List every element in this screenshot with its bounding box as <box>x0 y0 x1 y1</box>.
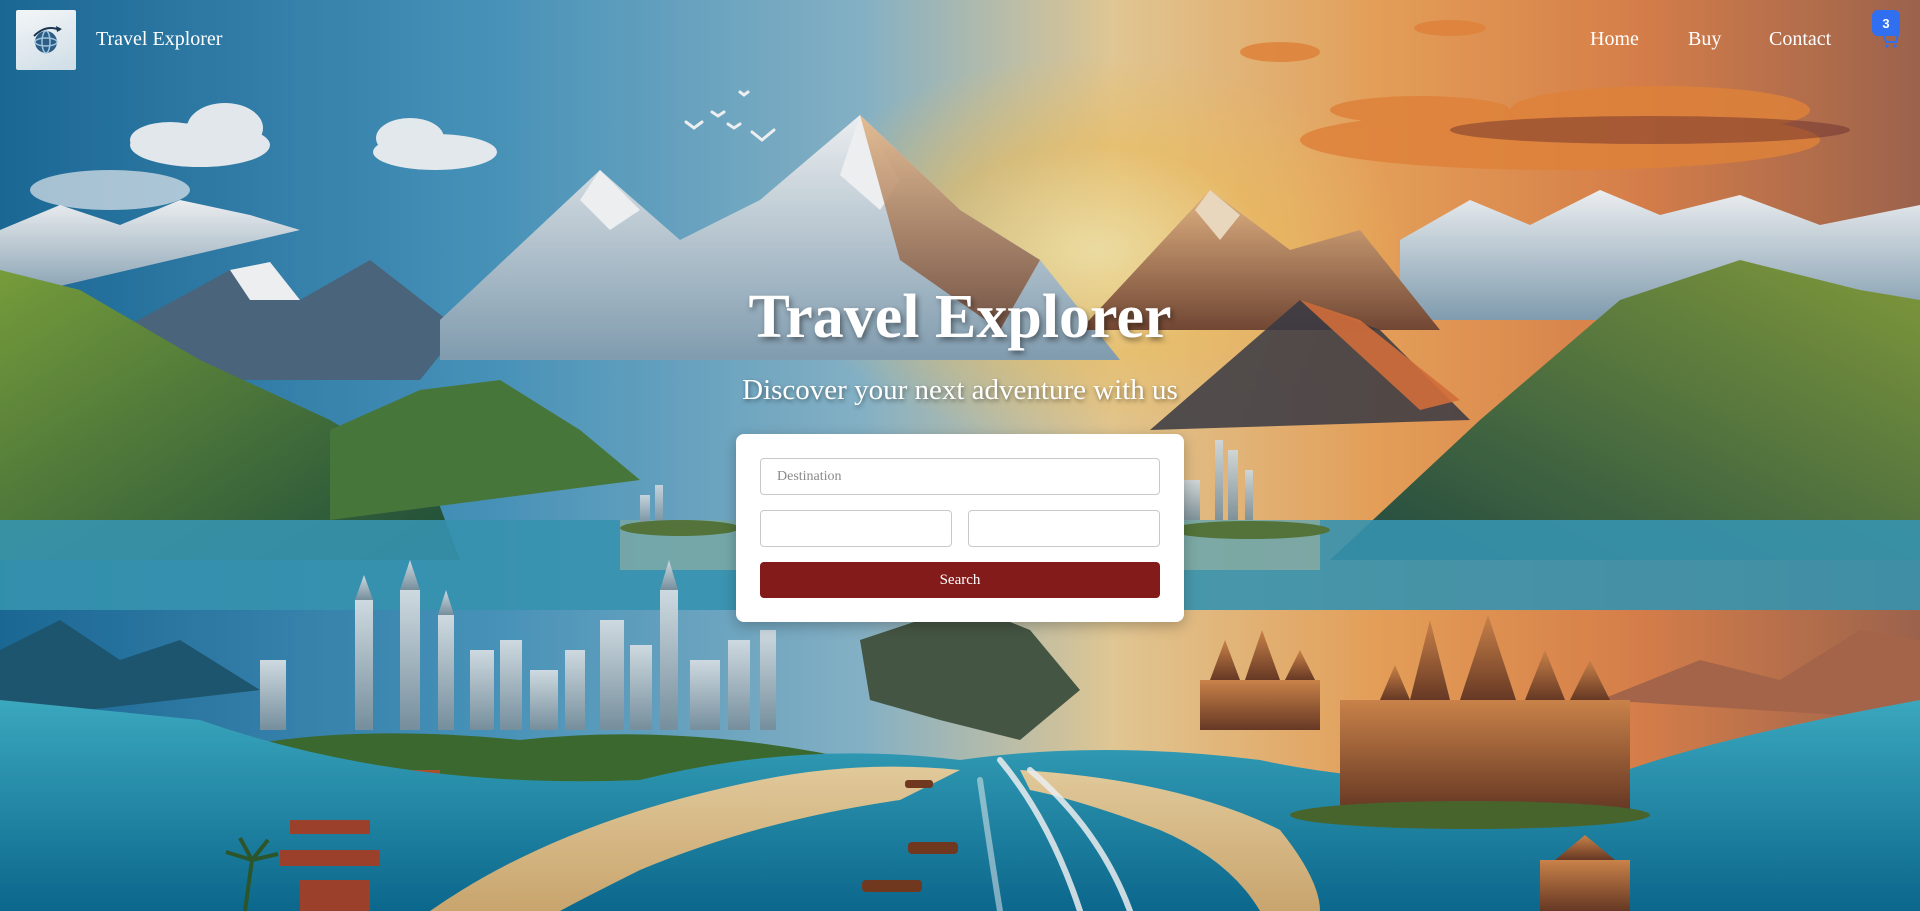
end-date-input[interactable] <box>968 510 1160 547</box>
hero-subtitle: Discover your next adventure with us <box>742 374 1178 406</box>
nav-buy-link[interactable]: Buy <box>1688 28 1721 51</box>
search-form: Search <box>736 434 1184 622</box>
cart-button[interactable]: 3 <box>1866 8 1906 48</box>
brand-name[interactable]: Travel Explorer <box>96 28 222 51</box>
destination-input[interactable] <box>760 458 1160 495</box>
cart-count-badge: 3 <box>1872 10 1900 36</box>
hero-title: Travel Explorer <box>748 283 1172 351</box>
search-button[interactable]: Search <box>760 562 1160 598</box>
start-date-input[interactable] <box>760 510 952 547</box>
nav-contact-link[interactable]: Contact <box>1769 28 1831 51</box>
logo[interactable] <box>16 10 76 70</box>
globe-airplane-icon <box>33 26 62 54</box>
top-navbar: Travel Explorer Home Buy Contact 3 <box>0 0 1920 80</box>
nav-home-link[interactable]: Home <box>1590 28 1639 51</box>
